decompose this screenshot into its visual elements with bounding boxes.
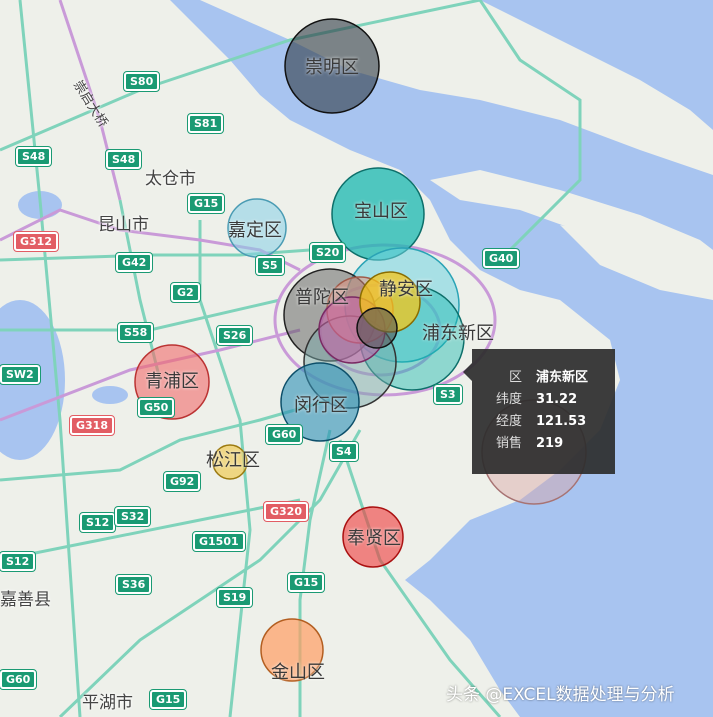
shield-g318: G318 bbox=[69, 415, 115, 436]
shield-g42: G42 bbox=[114, 252, 154, 273]
shield-s3: S3 bbox=[433, 384, 463, 405]
shield-s12-b: S12 bbox=[0, 551, 37, 572]
shield-g50: G50 bbox=[136, 397, 176, 418]
shield-s81: S81 bbox=[186, 113, 225, 134]
bubble-label-songjiang: 松江区 bbox=[206, 450, 260, 471]
tooltip-row-district: 区 浦东新区 bbox=[472, 367, 615, 389]
bubble-label-minhang: 闵行区 bbox=[294, 395, 348, 416]
shield-s12-a: S12 bbox=[78, 512, 117, 533]
bubble-label-putuo: 普陀区 bbox=[295, 287, 349, 308]
shield-g60-b: G60 bbox=[0, 669, 38, 690]
shield-g15-c: G15 bbox=[148, 689, 188, 710]
place-pinghu: 平湖市 bbox=[82, 693, 133, 713]
bubble-label-jingan: 静安区 bbox=[379, 279, 433, 300]
place-taicang: 太仓市 bbox=[145, 169, 196, 189]
shield-g320: G320 bbox=[263, 501, 309, 522]
shield-g60: G60 bbox=[264, 424, 304, 445]
bubble-label-qingpu: 青浦区 bbox=[145, 371, 199, 392]
shield-g40: G40 bbox=[481, 248, 521, 269]
tooltip-key: 区 bbox=[508, 370, 522, 385]
shield-g2: G2 bbox=[170, 282, 201, 303]
place-kunshan: 昆山市 bbox=[98, 215, 149, 235]
shield-g1501: G1501 bbox=[192, 531, 246, 552]
shield-s5: S5 bbox=[255, 255, 285, 276]
bubble-label-chongming: 崇明区 bbox=[305, 57, 359, 78]
tooltip-key: 纬度 bbox=[495, 392, 522, 407]
watermark: 头条 @EXCEL数据处理与分析 bbox=[446, 685, 675, 705]
shield-s4: S4 bbox=[329, 441, 359, 462]
place-jiashan: 嘉善县 bbox=[0, 590, 51, 610]
shield-s19: S19 bbox=[215, 587, 254, 608]
shield-s80: S80 bbox=[122, 71, 161, 92]
lake-small bbox=[92, 386, 128, 404]
shield-sw2: SW2 bbox=[0, 364, 41, 385]
bubble-huangpu[interactable] bbox=[356, 307, 398, 349]
tooltip-row-sales: 销售 219 bbox=[472, 433, 615, 455]
shield-s48-b: S48 bbox=[104, 149, 143, 170]
bubble-label-fengxian: 奉贤区 bbox=[347, 528, 401, 549]
shield-s36: S36 bbox=[114, 574, 153, 595]
tooltip-row-latitude: 纬度 31.22 bbox=[472, 389, 615, 411]
tooltip-value: 121.53 bbox=[536, 414, 587, 429]
tooltip-key: 经度 bbox=[495, 414, 522, 429]
shield-g15-a: G15 bbox=[186, 193, 226, 214]
bubble-label-pudong: 浦东新区 bbox=[422, 323, 494, 344]
tooltip-key: 销售 bbox=[495, 436, 522, 451]
shield-g92: G92 bbox=[162, 471, 202, 492]
bubble-label-jiading: 嘉定区 bbox=[228, 220, 282, 241]
shield-s48-a: S48 bbox=[14, 146, 53, 167]
tooltip-value: 219 bbox=[536, 436, 564, 451]
tooltip-value: 31.22 bbox=[536, 392, 578, 407]
tooltip-value: 浦东新区 bbox=[536, 370, 589, 385]
shield-s58: S58 bbox=[116, 322, 155, 343]
shield-g15-b: G15 bbox=[286, 572, 326, 593]
map-tooltip: 区 浦东新区 纬度 31.22 经度 121.53 销售 219 bbox=[463, 349, 615, 474]
shield-s32: S32 bbox=[113, 506, 152, 527]
shield-s26: S26 bbox=[215, 325, 254, 346]
shield-g312: G312 bbox=[13, 231, 59, 252]
tooltip-row-longitude: 经度 121.53 bbox=[472, 411, 615, 433]
bubble-label-jinshan: 金山区 bbox=[271, 662, 325, 683]
shield-s20: S20 bbox=[308, 242, 347, 263]
bubble-label-baoshan: 宝山区 bbox=[354, 201, 408, 222]
